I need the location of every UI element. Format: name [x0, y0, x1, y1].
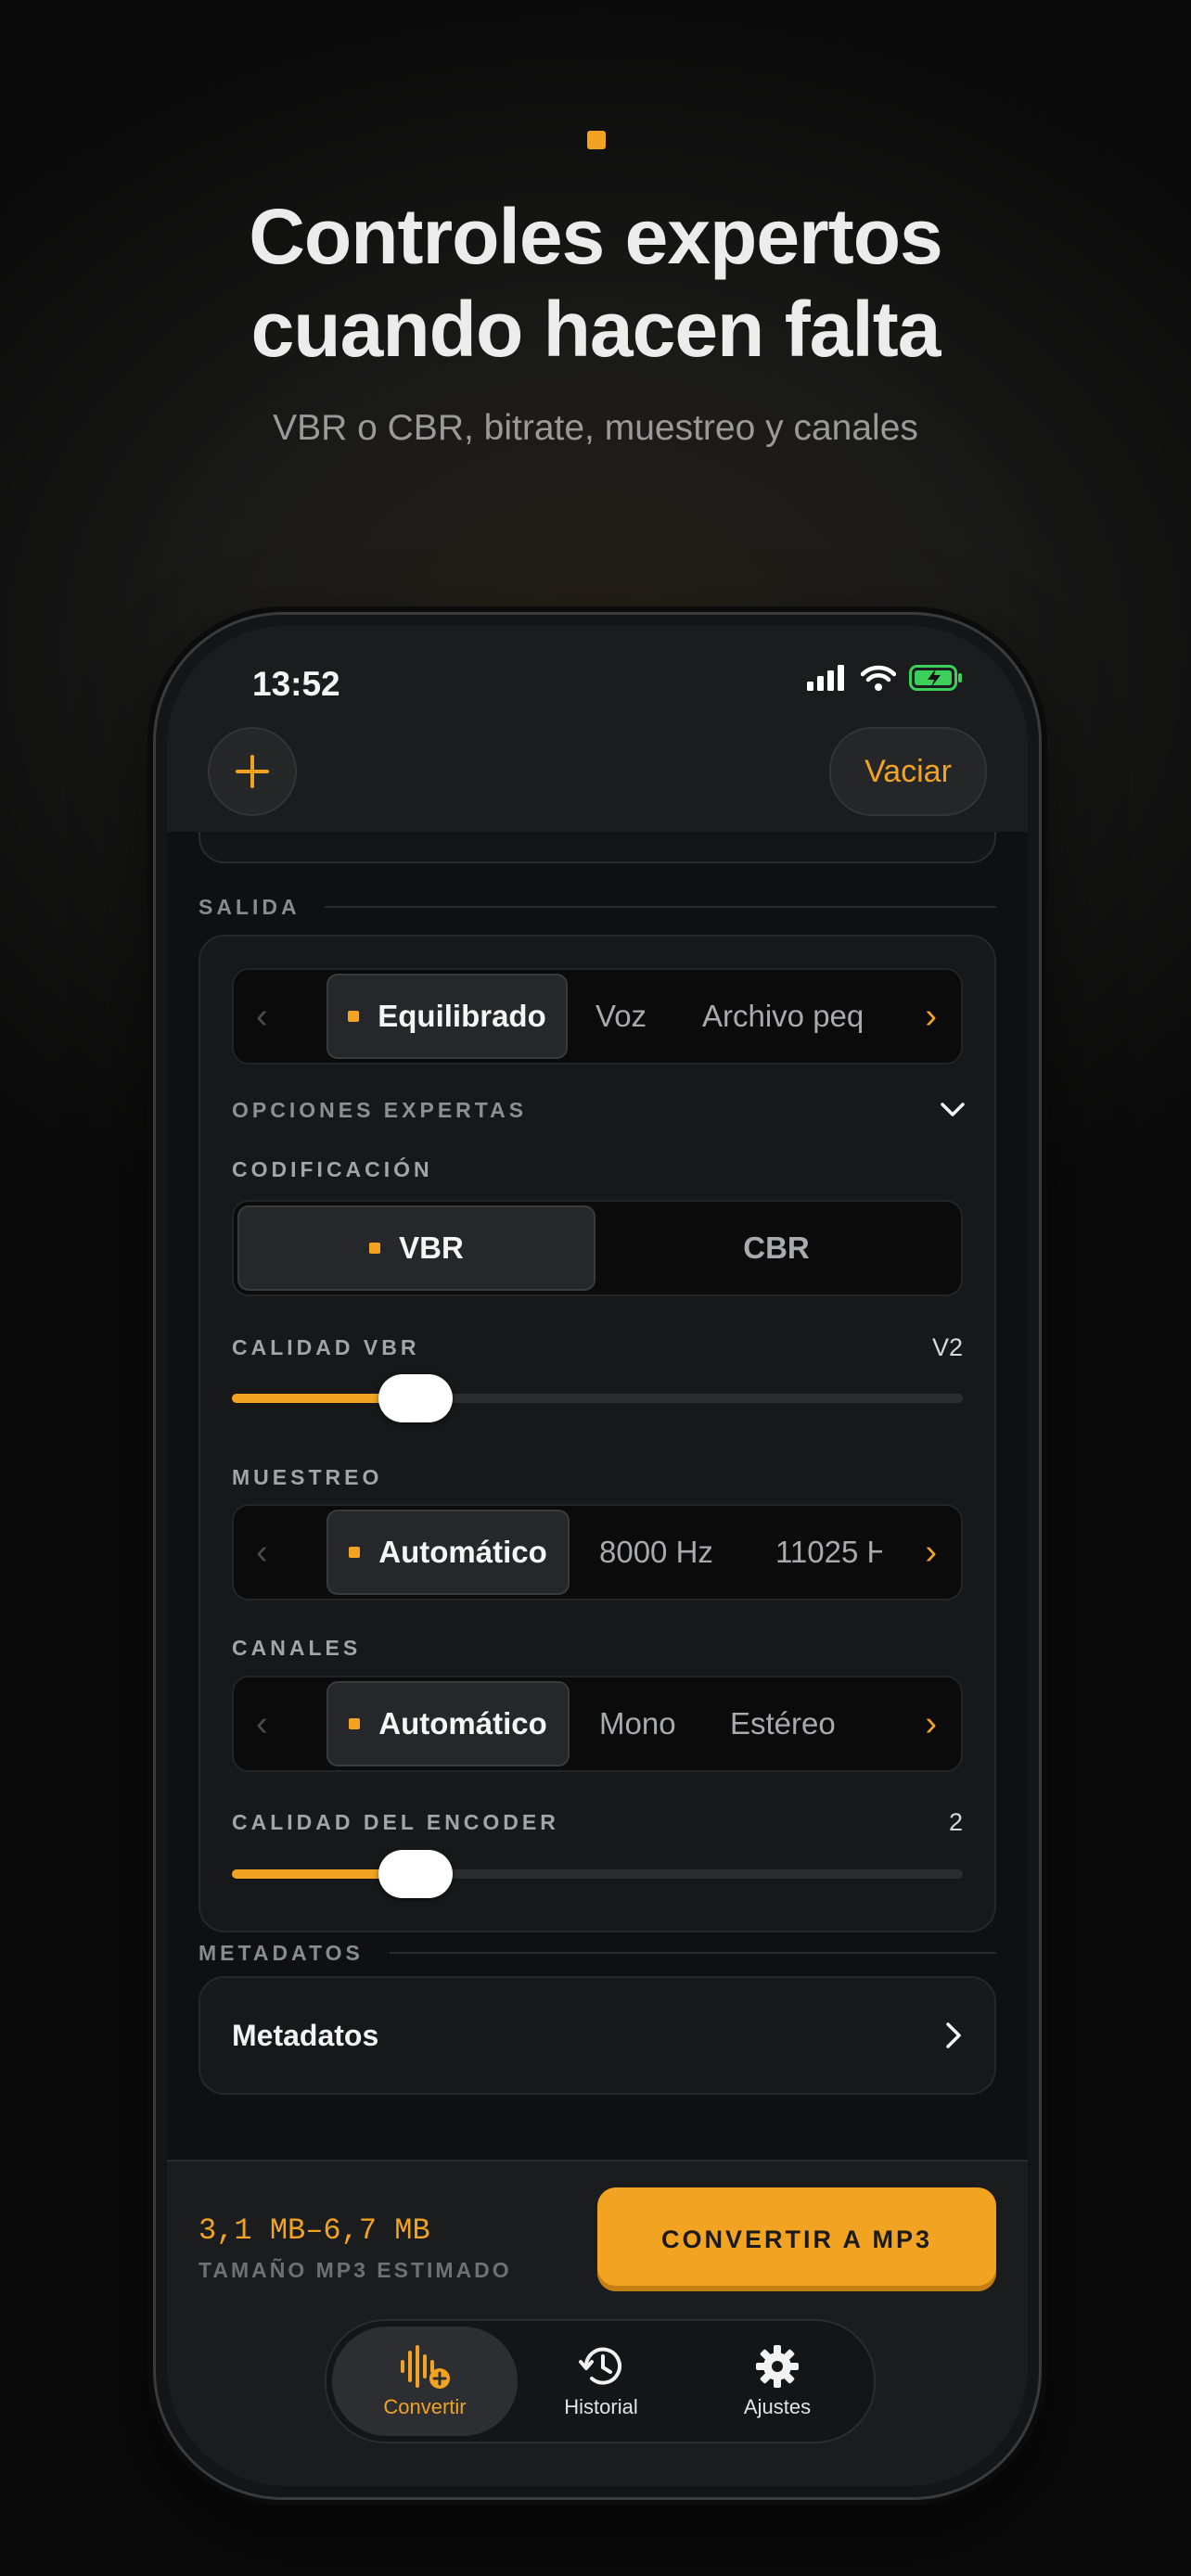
chevron-left-icon[interactable]: ‹ — [256, 1677, 268, 1770]
preset-selected-label: Equilibrado — [378, 999, 546, 1033]
channels-option-stereo[interactable]: Estéreo — [730, 1677, 860, 1770]
settings-scroll[interactable]: SALIDA ‹ Equilibrado Voz Archivo peq › O… — [167, 832, 1028, 2160]
vbr-quality-value: V2 — [931, 1333, 963, 1361]
metadata-row[interactable]: Metadatos — [198, 1976, 996, 2095]
selected-indicator — [348, 1011, 360, 1022]
bottom-panel: 3,1 MB–6,7 MB TAMAÑO MP3 ESTIMADO CONVER… — [167, 2160, 1028, 2486]
sample-rate-selector[interactable]: ‹ Automático 8000 Hz 11025 Hz › — [232, 1504, 963, 1600]
section-divider — [325, 906, 996, 908]
encoding-toggle[interactable]: VBR CBR — [232, 1200, 963, 1296]
sample-rate-option-11025[interactable]: 11025 Hz — [775, 1506, 882, 1599]
output-section-label: SALIDA — [198, 895, 301, 919]
sample-rate-label: MUESTREO — [232, 1465, 383, 1489]
sample-rate-option-selected[interactable]: Automático — [327, 1510, 570, 1595]
sample-rate-selected-label: Automático — [378, 1535, 547, 1569]
encoding-cbr-option[interactable]: CBR — [597, 1202, 955, 1294]
preset-selector[interactable]: ‹ Equilibrado Voz Archivo peq › — [232, 968, 963, 1065]
phone-frame: 13:52 Vaciar SALIDA ‹ Equilibrado Voz Ar… — [153, 612, 1042, 2500]
chevron-left-icon[interactable]: ‹ — [256, 1506, 268, 1599]
encoding-label: CODIFICACIÓN — [232, 1157, 433, 1181]
section-divider — [390, 1952, 996, 1954]
chevron-down-icon[interactable] — [939, 1100, 967, 1120]
preset-option-archivo[interactable]: Archivo peq — [702, 970, 878, 1063]
encoder-quality-value: 2 — [948, 1808, 963, 1836]
signal-icon — [807, 665, 844, 691]
channels-selected-label: Automático — [378, 1706, 547, 1741]
clear-button[interactable]: Vaciar — [829, 727, 987, 816]
tab-ajustes[interactable]: Ajustes — [685, 2327, 870, 2436]
hero-title-line-2: cuando hacen falta — [250, 286, 941, 373]
encoder-quality-label: CALIDAD DEL ENCODER — [232, 1810, 559, 1834]
tab-bar: Convertir Historial Ajustes — [325, 2319, 876, 2443]
output-card: ‹ Equilibrado Voz Archivo peq › OPCIONES… — [198, 935, 996, 1932]
selected-indicator — [349, 1718, 361, 1729]
accent-dot — [587, 131, 606, 149]
add-button[interactable] — [208, 727, 297, 816]
gear-icon — [756, 2345, 799, 2388]
encoder-quality-slider[interactable] — [232, 1850, 963, 1898]
tab-historial-label: Historial — [564, 2395, 638, 2418]
selected-indicator — [369, 1243, 381, 1254]
channels-selector[interactable]: ‹ Automático Mono Estéreo › — [232, 1676, 963, 1772]
metadata-row-label: Metadatos — [232, 2019, 379, 2052]
vbr-quality-slider[interactable] — [232, 1374, 963, 1422]
convert-button[interactable]: CONVERTIR A MP3 — [597, 2187, 996, 2291]
estimated-size-label: TAMAÑO MP3 ESTIMADO — [198, 2258, 512, 2282]
hero-title: Controles expertos cuando hacen falta — [0, 190, 1191, 376]
plus-icon — [236, 755, 269, 788]
channels-option-mono[interactable]: Mono — [599, 1677, 692, 1770]
hero-title-line-1: Controles expertos — [249, 193, 943, 280]
selected-indicator — [349, 1547, 361, 1558]
history-icon — [579, 2347, 621, 2385]
status-time: 13:52 — [252, 665, 340, 703]
encoding-vbr-label: VBR — [399, 1231, 464, 1265]
waveform-add-icon — [401, 2345, 450, 2389]
app-screen: 13:52 Vaciar SALIDA ‹ Equilibrado Voz Ar… — [167, 626, 1028, 2486]
slider-thumb[interactable] — [378, 1374, 453, 1422]
channels-option-selected[interactable]: Automático — [327, 1681, 570, 1766]
chevron-left-icon[interactable]: ‹ — [256, 970, 268, 1063]
chevron-right-icon[interactable]: › — [925, 970, 937, 1063]
sample-rate-option-8000[interactable]: 8000 Hz — [599, 1506, 738, 1599]
tab-historial[interactable]: Historial — [508, 2327, 694, 2436]
encoding-vbr-option[interactable]: VBR — [237, 1205, 596, 1291]
previous-card — [198, 832, 996, 863]
slider-thumb[interactable] — [378, 1850, 453, 1898]
metadata-section-label: METADATOS — [198, 1941, 364, 1965]
tab-ajustes-label: Ajustes — [743, 2395, 812, 2418]
wifi-icon — [861, 665, 896, 691]
battery-charging-icon — [909, 665, 962, 691]
chevron-right-icon[interactable]: › — [925, 1506, 937, 1599]
status-icons — [807, 665, 963, 691]
tab-convertir[interactable]: Convertir — [332, 2327, 518, 2436]
preset-option-selected[interactable]: Equilibrado — [327, 974, 568, 1059]
chevron-right-icon[interactable]: › — [925, 1677, 937, 1770]
chevron-right-icon — [946, 2022, 961, 2048]
vbr-quality-label: CALIDAD VBR — [232, 1335, 420, 1359]
tab-convertir-label: Convertir — [383, 2395, 467, 2418]
hero-subtitle: VBR o CBR, bitrate, muestreo y canales — [273, 408, 918, 448]
expert-options-label[interactable]: OPCIONES EXPERTAS — [232, 1098, 527, 1123]
channels-label: CANALES — [232, 1636, 362, 1660]
estimated-size-value: 3,1 MB–6,7 MB — [198, 2213, 430, 2248]
preset-option-voz[interactable]: Voz — [596, 970, 679, 1063]
